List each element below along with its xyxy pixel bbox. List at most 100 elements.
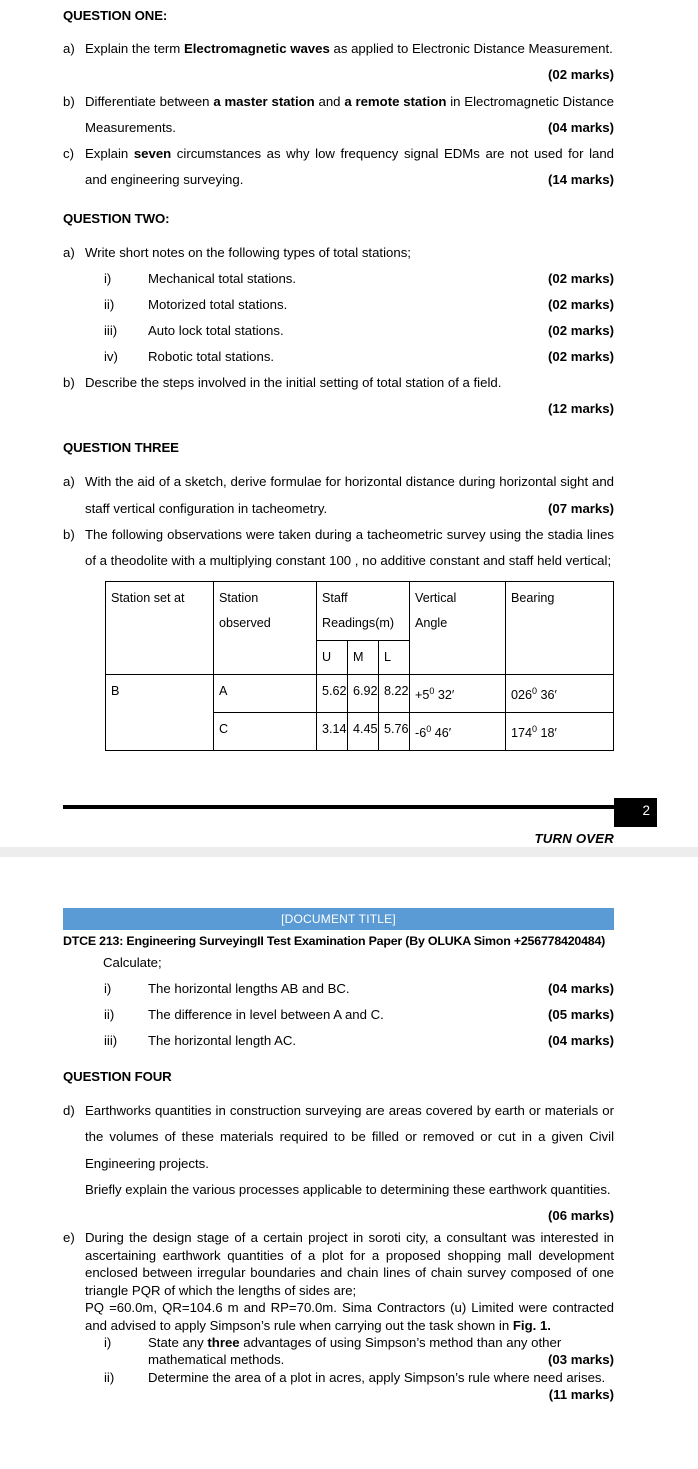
marks-label: (14 marks) [548, 172, 614, 188]
marks-label: (02 marks) [548, 349, 614, 365]
list-marker: c) [63, 146, 74, 162]
cell-station-observed: C [213, 711, 317, 751]
list-marker: a) [63, 474, 75, 490]
question-three-item-a: a) With the aid of a sketch, derive form… [63, 469, 614, 522]
question-four-item-d-para2: Briefly explain the various processes ap… [85, 1177, 614, 1223]
item-text-before: Explain the term [85, 41, 184, 56]
cell-l: 8.22 [378, 673, 410, 713]
vertical-angle-degrees: +5 [415, 687, 430, 702]
item-text: Write short notes on the following types… [85, 244, 411, 260]
marks-label: (02 marks) [548, 323, 614, 339]
calculate-item-i: i) The horizontal lengths AB and BC. (04… [104, 976, 614, 1002]
calculate-item-ii: ii) The difference in level between A an… [104, 1002, 614, 1028]
question-four-heading: QUESTION FOUR [63, 1069, 172, 1084]
item-text: The horizontal length AC. [148, 1033, 297, 1048]
list-marker: iii) [104, 323, 118, 339]
item-text: Motorized total stations. [148, 297, 288, 313]
cell-m: 6.92 [347, 673, 379, 713]
header-vertical-line1: Vertical [415, 590, 457, 605]
vertical-angle-minutes: 32′ [434, 687, 455, 702]
question-four-item-e-sub-ii: ii) Determine the area of a plot in acre… [104, 1369, 614, 1402]
item-text-after: as applied to Electronic Distance Measur… [329, 41, 613, 56]
header-l: L [378, 639, 410, 675]
header-m: M [347, 639, 379, 675]
list-marker: b) [63, 526, 75, 542]
footer-divider [63, 804, 614, 809]
item-text: The difference in level between A and C. [148, 1007, 384, 1022]
marks-label: (06 marks) [548, 1208, 614, 1224]
bearing-minutes: 36′ [537, 687, 557, 702]
list-marker: i) [104, 981, 112, 996]
bearing-degrees: 174 [511, 725, 533, 740]
item-text-bold: Electromagnetic waves [183, 41, 330, 56]
question-two-item-b: b) Describe the steps involved in the in… [63, 370, 614, 396]
question-four-item-e-para2: PQ =60.0m, QR=104.6 m and RP=70.0m. Sima… [85, 1299, 614, 1334]
cell-vertical-angle: +50 32′ [409, 673, 506, 713]
list-marker: b) [63, 93, 75, 109]
marks-label: (07 marks) [548, 500, 614, 516]
observations-table: Station set at Station observed Staff Re… [105, 580, 614, 751]
list-marker: ii) [104, 1369, 115, 1385]
header-staff-readings: Staff Readings(m) [316, 580, 410, 641]
question-two-heading: QUESTION TWO: [63, 210, 170, 226]
list-marker: ii) [104, 1007, 115, 1022]
header-station-observed-line2: observed [219, 615, 271, 630]
item-text-before: Explain [85, 146, 134, 162]
item-text-para2: Briefly explain the various processes ap… [85, 1181, 611, 1197]
marks-label: (04 marks) [548, 981, 614, 996]
item-text-mid: and [314, 93, 345, 109]
header-vertical-line2: Angle [415, 615, 448, 630]
list-marker: a) [63, 41, 75, 56]
calculate-item-iii: iii) The horizontal length AC. (04 marks… [104, 1028, 614, 1054]
cell-bearing: 1740 18′ [505, 711, 614, 751]
question-three-heading: QUESTION THREE [63, 440, 179, 456]
list-marker: b) [63, 375, 75, 391]
cell-l: 5.76 [378, 711, 410, 751]
question-two-sub-item-iii: iii) Auto lock total stations. (02 marks… [104, 318, 614, 344]
item-text-bold-2: a remote station [344, 93, 447, 109]
header-u: U [316, 639, 348, 675]
cell-vertical-angle: -60 46′ [409, 711, 506, 751]
list-marker: e) [63, 1230, 75, 1246]
cut-off-text-line [0, 0, 698, 8]
item-text-bold: a master station [213, 93, 315, 109]
header-station-observed: Station observed [213, 580, 317, 675]
question-two-sub-item-ii: ii) Motorized total stations. (02 marks) [104, 292, 614, 318]
vertical-angle-degrees: -6 [415, 725, 427, 740]
table-header-row: Station set at Station observed Staff Re… [105, 580, 614, 675]
marks-label: (04 marks) [548, 119, 614, 135]
marks-label: (02 marks) [548, 67, 614, 83]
item-text-bold: seven [133, 146, 172, 162]
marks-label: (02 marks) [548, 271, 614, 287]
list-marker: iii) [104, 1033, 118, 1048]
question-two-item-a: a) Write short notes on the following ty… [63, 240, 614, 266]
cell-u: 3.14 [316, 711, 348, 751]
question-one-item-b: b) Differentiate between a master statio… [63, 89, 614, 142]
list-marker: a) [63, 244, 75, 260]
item-text-para1: During the design stage of a certain pro… [85, 1230, 614, 1298]
calculate-label: Calculate; [103, 955, 162, 970]
header-station-set-at: Station set at [105, 580, 214, 675]
header-station-observed-line1: Station [219, 590, 259, 605]
item-text-para2-bold: Fig. 1. [512, 1317, 551, 1333]
list-marker: iv) [104, 349, 118, 365]
header-vertical-angle: Vertical Angle [409, 580, 506, 675]
item-text-para1: Earthworks quantities in construction su… [85, 1103, 614, 1171]
question-four-item-e-sub-i: i) State any three advantages of using S… [104, 1334, 614, 1369]
page-one-footer: 2 TURN OVER [0, 795, 698, 873]
item-text-bold: three [207, 1334, 240, 1350]
table-row: B A 5.62 6.92 8.22 +50 32′ 0260 36′ [105, 673, 614, 751]
bearing-degrees: 026 [511, 687, 533, 702]
marks-label: (02 marks) [548, 297, 614, 313]
cell-u: 5.62 [316, 673, 348, 713]
cell-bearing: 0260 36′ [505, 673, 614, 713]
document-page-two: [DOCUMENT TITLE] DTCE 213: Engineering S… [0, 908, 698, 1469]
question-three-item-b: b) The following observations were taken… [63, 522, 614, 575]
cell-m: 4.45 [347, 711, 379, 751]
question-four-item-e: e) During the design stage of a certain … [63, 1229, 614, 1299]
list-marker: i) [104, 1334, 112, 1350]
marks-label: (04 marks) [548, 1033, 614, 1048]
item-text-before: Differentiate between [85, 93, 214, 109]
document-page-one: QUESTION ONE: a) Explain the term Electr… [0, 0, 698, 847]
marks-label: (05 marks) [548, 1007, 614, 1022]
